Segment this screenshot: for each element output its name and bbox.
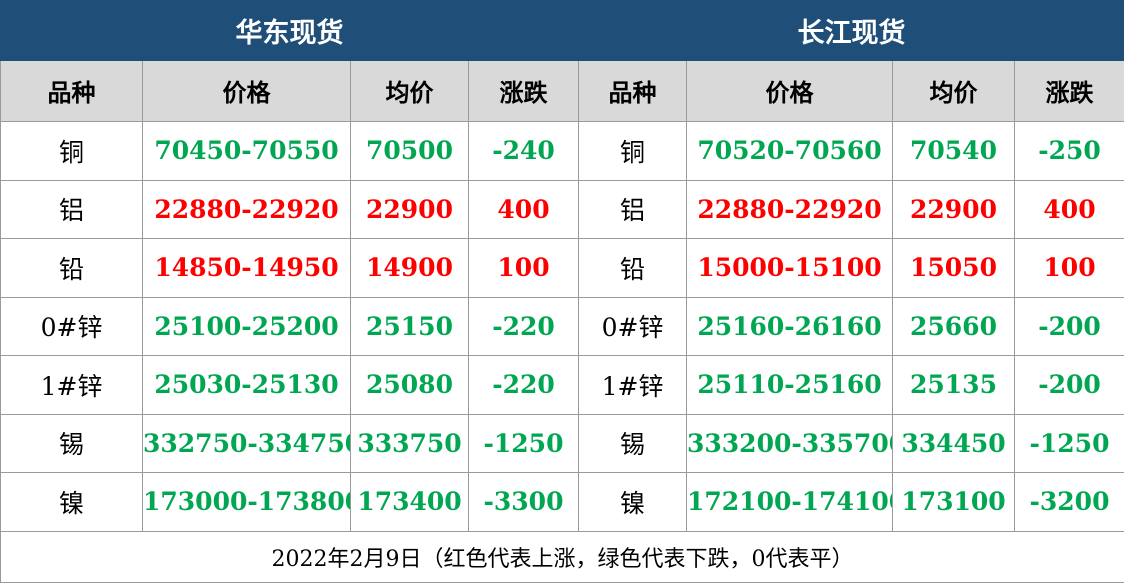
yangtze-avg-cell: 25660 <box>892 296 1015 357</box>
east-metal-name-cell: 铝 <box>0 179 143 240</box>
footer-note: 2022年2月9日（红色代表上涨，绿色代表下跌，0代表平） <box>0 530 1124 583</box>
east-col-price: 价格 <box>142 59 351 123</box>
east-change-cell: -240 <box>468 121 579 181</box>
yangtze-change-cell: -200 <box>1014 296 1124 357</box>
east-avg-cell: 14900 <box>350 238 469 298</box>
yangtze-price-cell: 15000-15100 <box>686 238 893 298</box>
table-row: 铅 14850-14950 14900 100 铅 15000-15100 15050 100 <box>0 238 1124 298</box>
yangtze-col-name: 品种 <box>578 59 687 123</box>
yangtze-metal-name-cell: 0#锌 <box>578 296 687 357</box>
yangtze-col-change: 涨跌 <box>1014 59 1124 123</box>
table-body: 铜 70450-70550 70500 -240 铜 70520-70560 70540 -2… <box>0 121 1124 532</box>
east-price-cell: 22880-22920 <box>142 179 351 240</box>
yangtze-price-cell: 333200-335700 <box>686 413 893 474</box>
column-header-row: 品种 价格 均价 涨跌 品种 价格 均价 涨跌 <box>0 59 1124 123</box>
east-col-avg: 均价 <box>350 59 469 123</box>
yangtze-avg-cell: 15050 <box>892 238 1015 298</box>
yangtze-price-cell: 172100-174100 <box>686 472 893 532</box>
east-change-cell: -3300 <box>468 472 579 532</box>
east-price-cell: 14850-14950 <box>142 238 351 298</box>
east-change-cell: -1250 <box>468 413 579 474</box>
yangtze-price-cell: 25160-26160 <box>686 296 893 357</box>
yangtze-metal-name-cell: 1#锌 <box>578 355 687 415</box>
yangtze-price-cell: 70520-70560 <box>686 121 893 181</box>
east-change-cell: 100 <box>468 238 579 298</box>
yangtze-metal-name-cell: 铅 <box>578 238 687 298</box>
east-change-cell: -220 <box>468 355 579 415</box>
yangtze-change-cell: -250 <box>1014 121 1124 181</box>
east-col-name: 品种 <box>0 59 143 123</box>
east-metal-name-cell: 铅 <box>0 238 143 298</box>
east-avg-cell: 25150 <box>350 296 469 357</box>
section-title-row: 华东现货 长江现货 <box>0 0 1124 61</box>
table-row: 0#锌 25100-25200 25150 -220 0#锌 25160-26160 256… <box>0 296 1124 357</box>
table-row: 铜 70450-70550 70500 -240 铜 70520-70560 70540 -2… <box>0 121 1124 181</box>
east-price-cell: 25030-25130 <box>142 355 351 415</box>
yangtze-change-cell: -1250 <box>1014 413 1124 474</box>
east-price-cell: 25100-25200 <box>142 296 351 357</box>
east-metal-name-cell: 0#锌 <box>0 296 143 357</box>
yangtze-change-cell: 100 <box>1014 238 1124 298</box>
yangtze-avg-cell: 70540 <box>892 121 1015 181</box>
yangtze-price-cell: 22880-22920 <box>686 179 893 240</box>
east-price-cell: 332750-334750 <box>142 413 351 474</box>
east-col-change: 涨跌 <box>468 59 579 123</box>
east-avg-cell: 22900 <box>350 179 469 240</box>
spot-price-table: 华东现货 长江现货 品种 价格 均价 涨跌 品种 价格 均价 涨跌 铜 70450… <box>0 0 1124 583</box>
east-avg-cell: 333750 <box>350 413 469 474</box>
yangtze-metal-name-cell: 锡 <box>578 413 687 474</box>
east-metal-name-cell: 1#锌 <box>0 355 143 415</box>
east-avg-cell: 25080 <box>350 355 469 415</box>
east-metal-name-cell: 锡 <box>0 413 143 474</box>
yangtze-col-price: 价格 <box>686 59 893 123</box>
east-spot-title: 华东现货 <box>0 0 579 61</box>
yangtze-avg-cell: 25135 <box>892 355 1015 415</box>
table-row: 锡 332750-334750 333750 -1250 锡 333200-335700 3… <box>0 413 1124 474</box>
yangtze-price-cell: 25110-25160 <box>686 355 893 415</box>
table-row: 1#锌 25030-25130 25080 -220 1#锌 25110-25160 251… <box>0 355 1124 415</box>
east-metal-name-cell: 铜 <box>0 121 143 181</box>
east-metal-name-cell: 镍 <box>0 472 143 532</box>
yangtze-avg-cell: 334450 <box>892 413 1015 474</box>
east-price-cell: 70450-70550 <box>142 121 351 181</box>
yangtze-col-avg: 均价 <box>892 59 1015 123</box>
east-change-cell: -220 <box>468 296 579 357</box>
yangtze-metal-name-cell: 镍 <box>578 472 687 532</box>
east-avg-cell: 70500 <box>350 121 469 181</box>
table-row: 铝 22880-22920 22900 400 铝 22880-22920 22900 400 <box>0 179 1124 240</box>
footer-row: 2022年2月9日（红色代表上涨，绿色代表下跌，0代表平） <box>0 530 1124 583</box>
east-change-cell: 400 <box>468 179 579 240</box>
table-row: 镍 173000-173800 173400 -3300 镍 172100-174100 1… <box>0 472 1124 532</box>
east-avg-cell: 173400 <box>350 472 469 532</box>
yangtze-avg-cell: 22900 <box>892 179 1015 240</box>
yangtze-change-cell: 400 <box>1014 179 1124 240</box>
east-price-cell: 173000-173800 <box>142 472 351 532</box>
yangtze-change-cell: -200 <box>1014 355 1124 415</box>
yangtze-change-cell: -3200 <box>1014 472 1124 532</box>
yangtze-metal-name-cell: 铝 <box>578 179 687 240</box>
yangtze-spot-title: 长江现货 <box>578 0 1124 61</box>
yangtze-avg-cell: 173100 <box>892 472 1015 532</box>
yangtze-metal-name-cell: 铜 <box>578 121 687 181</box>
